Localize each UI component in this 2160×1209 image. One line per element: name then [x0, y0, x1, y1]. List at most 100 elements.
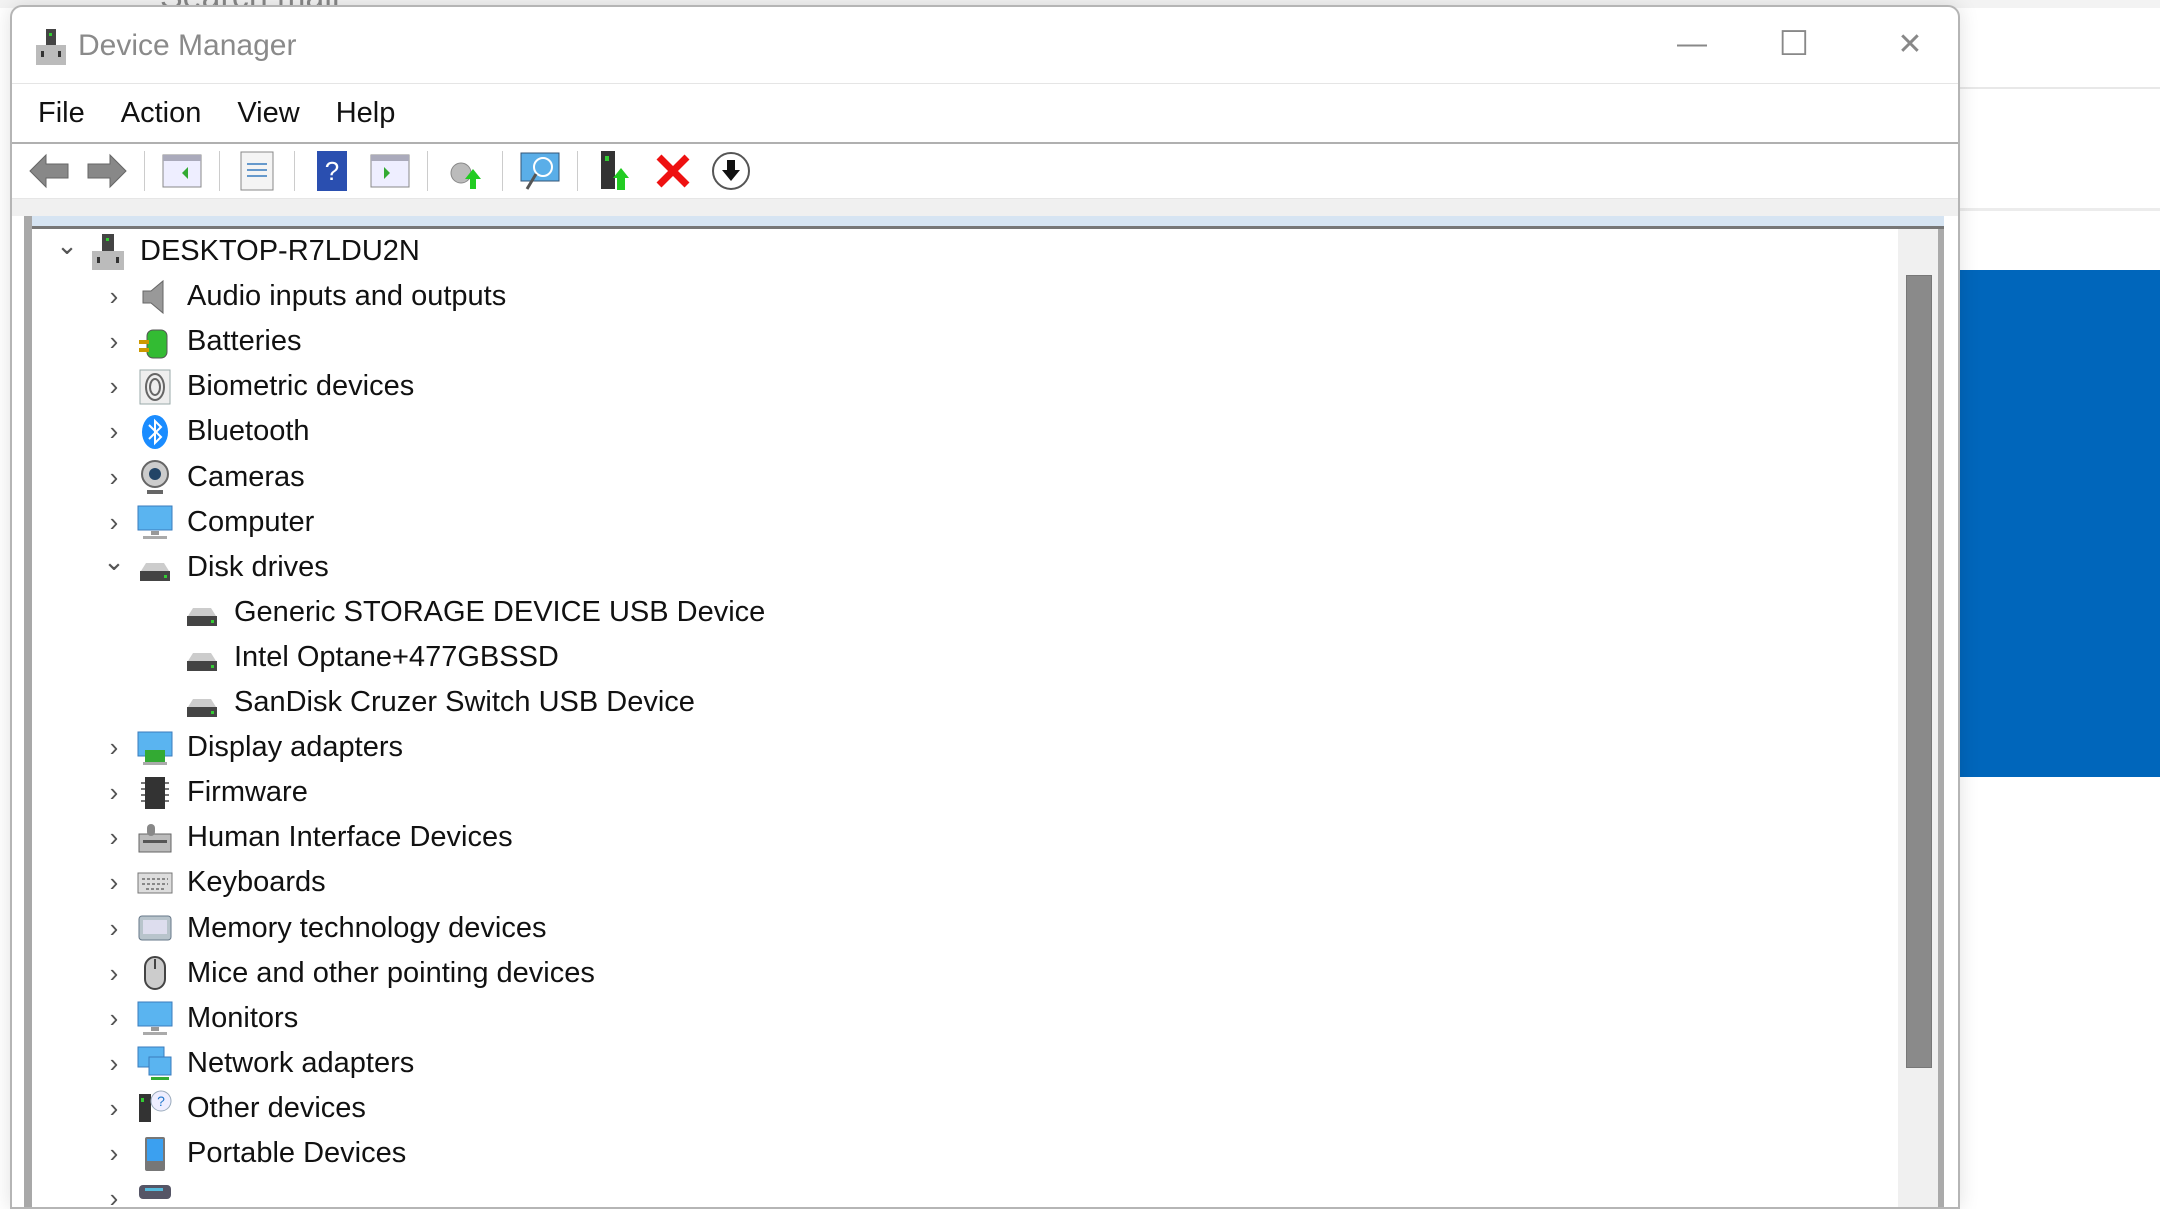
background-divider: [1960, 87, 2160, 89]
tree-category-item[interactable]: › Human Interface Devices: [99, 815, 513, 860]
device-manager-window: Device Manager — ☐ ✕ File Action View He…: [10, 5, 1960, 1209]
menu-action[interactable]: Action: [107, 97, 216, 130]
properties-button[interactable]: [234, 148, 280, 194]
tree-item-label: Other devices: [187, 1091, 366, 1124]
tree-category-item[interactable]: ›: [99, 1176, 187, 1207]
properties-icon: [240, 151, 274, 191]
forward-icon: [87, 153, 127, 189]
expand-chevron-icon[interactable]: ›: [99, 371, 129, 402]
tree-category-item[interactable]: › Mice and other pointing devices: [99, 951, 595, 996]
uninstall-device-button[interactable]: [650, 148, 696, 194]
tree-category-item[interactable]: › Portable Devices: [99, 1131, 406, 1176]
title-bar[interactable]: Device Manager — ☐ ✕: [12, 7, 1958, 84]
expand-chevron-icon[interactable]: ›: [99, 416, 129, 447]
tree-category-item[interactable]: › Bluetooth: [99, 409, 310, 454]
minimize-button[interactable]: —: [1662, 19, 1722, 69]
expand-chevron-icon[interactable]: ›: [99, 777, 129, 808]
expand-chevron-icon[interactable]: ›: [99, 1048, 129, 1079]
menu-file[interactable]: File: [24, 97, 99, 130]
expand-chevron-icon[interactable]: ›: [99, 281, 129, 312]
tree-category-item[interactable]: › Cameras: [99, 455, 305, 500]
tree-device-item[interactable]: SanDisk Cruzer Switch USB Device: [146, 680, 695, 725]
tree-category-item[interactable]: › Network adapters: [99, 1041, 414, 1086]
show-action-pane-button[interactable]: [367, 148, 413, 194]
tree-item-label: Intel Optane+477GBSSD: [234, 640, 559, 673]
tree-item-label: Human Interface Devices: [187, 821, 513, 854]
tree-category-item[interactable]: › Keyboards: [99, 860, 326, 905]
tree-item-label: Display adapters: [187, 731, 403, 764]
enable-device-icon: [601, 151, 629, 190]
tree-item-label: DESKTOP-R7LDU2N: [140, 235, 420, 267]
tree-root-item[interactable]: ⌄ DESKTOP-R7LDU2N: [52, 229, 420, 274]
tree-category-item[interactable]: › Computer: [99, 500, 314, 545]
show-hide-console-tree-icon: [162, 154, 202, 188]
scrollbar-thumb[interactable]: [1906, 275, 1932, 1068]
enable-device-button[interactable]: [592, 148, 638, 194]
collapse-chevron-icon[interactable]: ⌄: [52, 230, 82, 261]
show-action-pane-icon: [370, 154, 410, 188]
expand-chevron-icon[interactable]: ›: [99, 1093, 129, 1124]
tree-device-item[interactable]: Intel Optane+477GBSSD: [146, 635, 559, 680]
tree-category-item[interactable]: › Display adapters: [99, 725, 403, 770]
tree-category-item[interactable]: › Audio inputs and outputs: [99, 274, 506, 319]
expand-chevron-icon[interactable]: ›: [99, 326, 129, 357]
close-button[interactable]: ✕: [1880, 19, 1940, 69]
expand-chevron-icon[interactable]: ›: [99, 1138, 129, 1169]
help-button[interactable]: ?: [309, 148, 355, 194]
scan-hardware-button[interactable]: [517, 148, 563, 194]
menu-view[interactable]: View: [223, 97, 313, 130]
disk-icon: [184, 639, 220, 675]
background-blue-panel: [1960, 270, 2160, 777]
disable-device-button[interactable]: [708, 148, 754, 194]
fingerprint-icon: [137, 369, 173, 405]
toolbar-separator: [144, 151, 145, 191]
back-icon: [29, 153, 69, 189]
back-button[interactable]: [26, 148, 72, 194]
tree-device-item[interactable]: Generic STORAGE DEVICE USB Device: [146, 590, 765, 635]
expand-chevron-icon[interactable]: ›: [99, 462, 129, 493]
tree-item-label: Keyboards: [187, 866, 326, 899]
menu-bar: File Action View Help: [12, 84, 1958, 144]
expand-chevron-icon[interactable]: ›: [99, 1183, 129, 1207]
tree-category-item[interactable]: › Firmware: [99, 770, 308, 815]
tree-category-item[interactable]: › Batteries: [99, 319, 301, 364]
tree-category-item[interactable]: › Memory technology devices: [99, 906, 547, 951]
monitor-icon: [137, 504, 173, 540]
tree-item-label: Batteries: [187, 325, 302, 358]
vertical-scrollbar[interactable]: [1898, 229, 1938, 1207]
tree-item-label: Firmware: [187, 776, 308, 809]
tree-item-label: Disk drives: [187, 550, 329, 583]
collapse-chevron-icon[interactable]: ⌄: [99, 546, 129, 577]
tree-category-item[interactable]: ⌄ Disk drives: [99, 545, 329, 590]
toolbar-separator: [502, 151, 503, 191]
battery-icon: [137, 324, 173, 360]
tree-category-item[interactable]: › Biometric devices: [99, 364, 414, 409]
svg-text:?: ?: [325, 156, 339, 186]
expand-chevron-icon[interactable]: ›: [99, 958, 129, 989]
tree-item-label: Biometric devices: [187, 370, 415, 403]
tree-category-item[interactable]: ›? Other devices: [99, 1086, 366, 1131]
unknown-device-icon: ?: [137, 1090, 173, 1126]
update-driver-button[interactable]: [442, 148, 488, 194]
tree-category-item[interactable]: › Monitors: [99, 996, 298, 1041]
forward-button[interactable]: [84, 148, 130, 194]
expand-chevron-icon[interactable]: ›: [99, 507, 129, 538]
expand-chevron-icon[interactable]: ›: [99, 867, 129, 898]
tree-item-label: Network adapters: [187, 1046, 415, 1079]
expand-chevron-icon[interactable]: ›: [99, 822, 129, 853]
expand-chevron-icon[interactable]: ›: [99, 732, 129, 763]
expand-chevron-icon[interactable]: ›: [99, 1003, 129, 1034]
tree-item-label: Cameras: [187, 460, 305, 493]
toolbar-separator: [219, 151, 220, 191]
tree-item-label: Portable Devices: [187, 1137, 407, 1169]
menu-help[interactable]: Help: [322, 97, 410, 130]
computer-tower-icon: [90, 233, 126, 270]
portable-icon: [137, 1136, 173, 1172]
maximize-button[interactable]: ☐: [1764, 19, 1824, 69]
toolbar-separator: [294, 151, 295, 191]
tree-item-label: Monitors: [187, 1001, 299, 1034]
window-edge: [1938, 229, 1944, 1207]
device-tree: ⌄ DESKTOP-R7LDU2N › Audio inputs and output…: [32, 229, 1904, 1207]
show-hide-console-tree-button[interactable]: [159, 148, 205, 194]
expand-chevron-icon[interactable]: ›: [99, 913, 129, 944]
